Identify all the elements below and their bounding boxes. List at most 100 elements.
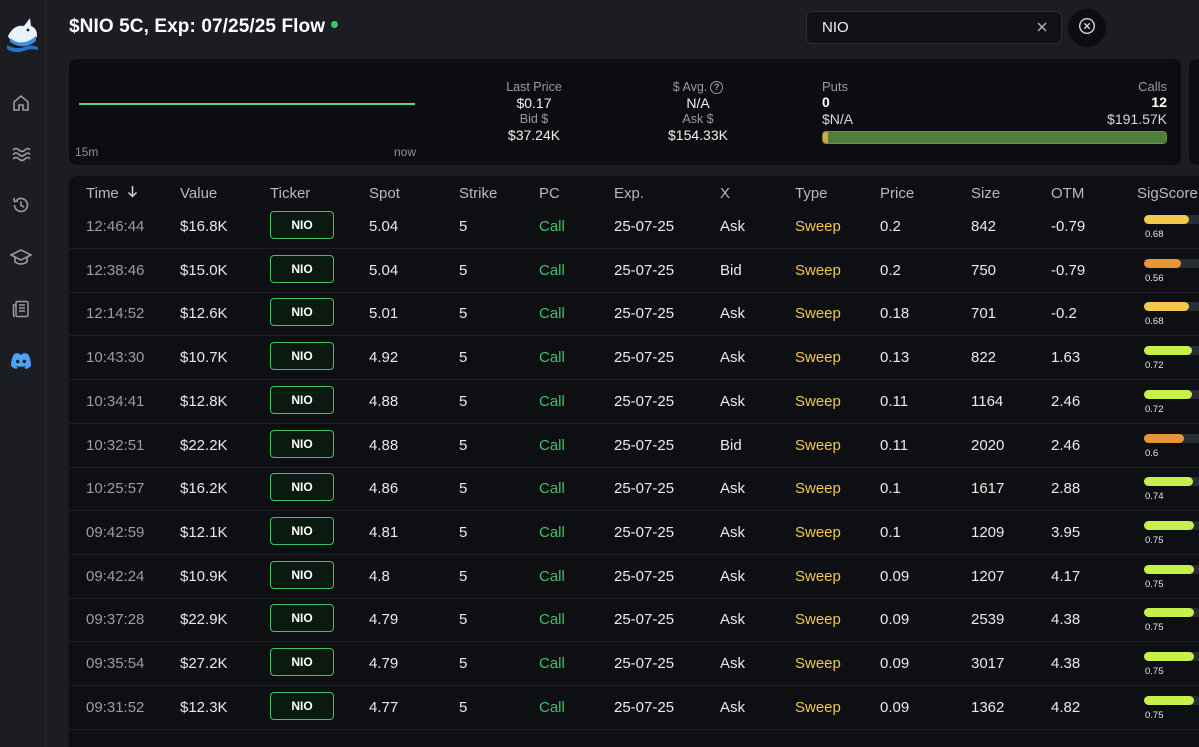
cell-pc: Call <box>539 218 565 235</box>
table-row[interactable]: 12:14:52 $12.6K 5.01 5 Call 25-07-25 Ask Sweep 0… <box>69 292 1199 337</box>
column-header-value[interactable]: Value <box>180 185 217 202</box>
sidebar-item-education[interactable] <box>9 247 33 271</box>
page-title-text: $NIO 5C, Exp: 07/25/25 Flow <box>69 16 326 37</box>
cell-exp: 25-07-25 <box>614 655 675 672</box>
newspaper-icon <box>11 299 31 324</box>
column-header-time[interactable]: Time <box>86 185 138 202</box>
column-header-strike[interactable]: Strike <box>459 185 497 202</box>
cell-exp: 25-07-25 <box>614 436 675 454</box>
ticker-badge[interactable]: NIO <box>270 254 334 283</box>
cell-size: 1164 <box>971 392 1004 410</box>
cell-time: 09:42:59 <box>86 523 145 541</box>
cell-type: Sweep <box>795 655 841 672</box>
cell-price: 0.18 <box>880 305 910 323</box>
sidebar-item-home[interactable] <box>9 93 33 117</box>
cell-otm: 4.17 <box>1051 567 1081 585</box>
table-row[interactable]: 09:35:54 $27.2K 4.79 5 Call 25-07-25 Ask Sweep 0… <box>69 642 1199 686</box>
cell-pc: Call <box>539 261 565 279</box>
cell-x: Ask <box>720 349 746 367</box>
cell-otm: -0.79 <box>1051 218 1086 235</box>
sidebar-item-discord[interactable] <box>9 351 33 375</box>
cell-pc: Call <box>539 567 565 585</box>
sidebar-item-history[interactable] <box>9 195 33 219</box>
cell-time: 09:37:28 <box>86 611 145 629</box>
ticker-badge[interactable]: NIO <box>270 211 334 239</box>
column-header-ticker[interactable]: Ticker <box>270 185 310 202</box>
cell-price: 0.1 <box>880 523 901 541</box>
cell-otm: 4.38 <box>1051 655 1081 672</box>
column-header-sigscore[interactable]: SigScore <box>1137 185 1198 202</box>
cell-price: 0.1 <box>880 480 901 498</box>
cell-size: 822 <box>971 349 997 367</box>
cell-spot: 4.88 <box>369 436 399 454</box>
cell-value: $12.1K <box>180 523 228 541</box>
ticker-badge[interactable]: NIO <box>270 516 334 545</box>
sigscore-value: 0.72 <box>1145 403 1164 415</box>
cell-value: $15.0K <box>180 261 228 279</box>
cell-price: 0.09 <box>880 611 910 629</box>
clear-search-button[interactable] <box>1035 20 1049 34</box>
sigscore-bar <box>1144 564 1194 574</box>
cell-spot: 4.81 <box>369 523 399 541</box>
column-header-label: Strike <box>459 185 498 202</box>
cell-spot: 4.88 <box>369 392 399 410</box>
column-header-x[interactable]: X <box>720 185 730 202</box>
sidebar-item-news[interactable] <box>9 299 33 323</box>
table-row[interactable]: 09:37:28 $22.9K 4.79 5 Call 25-07-25 Ask Sweep 0… <box>69 598 1199 643</box>
sidebar-item-flow[interactable] <box>9 144 33 168</box>
column-header-label: Type <box>795 185 828 202</box>
close-flow-button[interactable] <box>1068 9 1106 47</box>
table-row[interactable]: 10:25:57 $16.2K 4.86 5 Call 25-07-25 Ask Sweep 0… <box>69 467 1199 512</box>
table-row[interactable]: 09:31:52 $12.3K 4.77 5 Call 25-07-25 Ask Sweep 0… <box>69 686 1199 730</box>
avg-label: $ Avg. <box>672 80 708 94</box>
cell-x: Ask <box>720 611 746 629</box>
puts-label: Puts <box>822 79 849 94</box>
cell-size: 2539 <box>971 611 1005 629</box>
cell-strike: 5 <box>459 305 468 323</box>
ticker-badge[interactable]: NIO <box>270 298 334 327</box>
cell-value: $16.8K <box>180 218 228 235</box>
table-row[interactable]: 10:34:41 $12.8K 4.88 5 Call 25-07-25 Ask Sweep 0… <box>69 380 1199 424</box>
ticker-badge[interactable]: NIO <box>270 560 334 589</box>
logo-icon[interactable] <box>4 14 40 54</box>
ticker-badge[interactable]: NIO <box>270 342 334 371</box>
ticker-badge[interactable]: NIO <box>270 385 334 414</box>
table-row[interactable]: 12:38:46 $15.0K 5.04 5 Call 25-07-25 Bid Sweep 0… <box>69 249 1199 293</box>
cell-size: 1617 <box>971 480 1005 498</box>
ticker-badge[interactable]: NIO <box>270 648 334 676</box>
cell-time: 09:31:52 <box>86 698 145 716</box>
column-header-pc[interactable]: PC <box>539 185 560 202</box>
column-header-otm[interactable]: OTM <box>1051 185 1084 202</box>
column-header-price[interactable]: Price <box>880 185 914 202</box>
table-row[interactable]: 10:43:30 $10.7K 4.92 5 Call 25-07-25 Ask Sweep 0… <box>69 336 1199 381</box>
column-header-type[interactable]: Type <box>795 185 828 202</box>
column-header-spot[interactable]: Spot <box>369 185 400 202</box>
column-header-label: Spot <box>369 185 400 202</box>
column-header-label: PC <box>539 185 560 202</box>
cell-type: Sweep <box>795 698 841 716</box>
column-header-label: Ticker <box>270 185 311 202</box>
calls-label: Calls <box>1138 79 1167 94</box>
ticker-badge[interactable]: NIO <box>270 473 334 502</box>
help-icon[interactable]: ? <box>710 81 724 94</box>
cell-exp: 25-07-25 <box>614 611 675 629</box>
table-row[interactable]: 12:46:44 $16.8K 5.04 5 Call 25-07-25 Ask Sweep 0… <box>69 205 1199 249</box>
table-row[interactable]: 10:32:51 $22.2K 4.88 5 Call 25-07-25 Bid Sweep 0… <box>69 424 1199 468</box>
cell-type: Sweep <box>795 480 841 498</box>
ticker-badge[interactable]: NIO <box>270 604 334 633</box>
column-header-exp[interactable]: Exp. <box>614 185 644 202</box>
sigscore-bar <box>1144 258 1181 268</box>
cell-exp: 25-07-25 <box>614 480 675 498</box>
cell-pc: Call <box>539 611 565 629</box>
cell-time: 12:46:44 <box>86 218 145 235</box>
column-header-size[interactable]: Size <box>971 185 1000 202</box>
cell-strike: 5 <box>459 523 468 541</box>
puts-count: 0 <box>822 94 830 110</box>
table-row[interactable]: 09:42:24 $10.9K 4.8 5 Call 25-07-25 Ask Sweep 0.… <box>69 555 1199 599</box>
cell-x: Ask <box>720 392 746 410</box>
ticker-badge[interactable]: NIO <box>270 429 334 458</box>
cell-otm: 4.38 <box>1051 611 1081 629</box>
table-row[interactable]: 09:42:59 $12.1K 4.81 5 Call 25-07-25 Ask Sweep 0… <box>69 511 1199 555</box>
ticker-badge[interactable]: NIO <box>270 691 334 720</box>
search-input[interactable] <box>807 12 1027 43</box>
